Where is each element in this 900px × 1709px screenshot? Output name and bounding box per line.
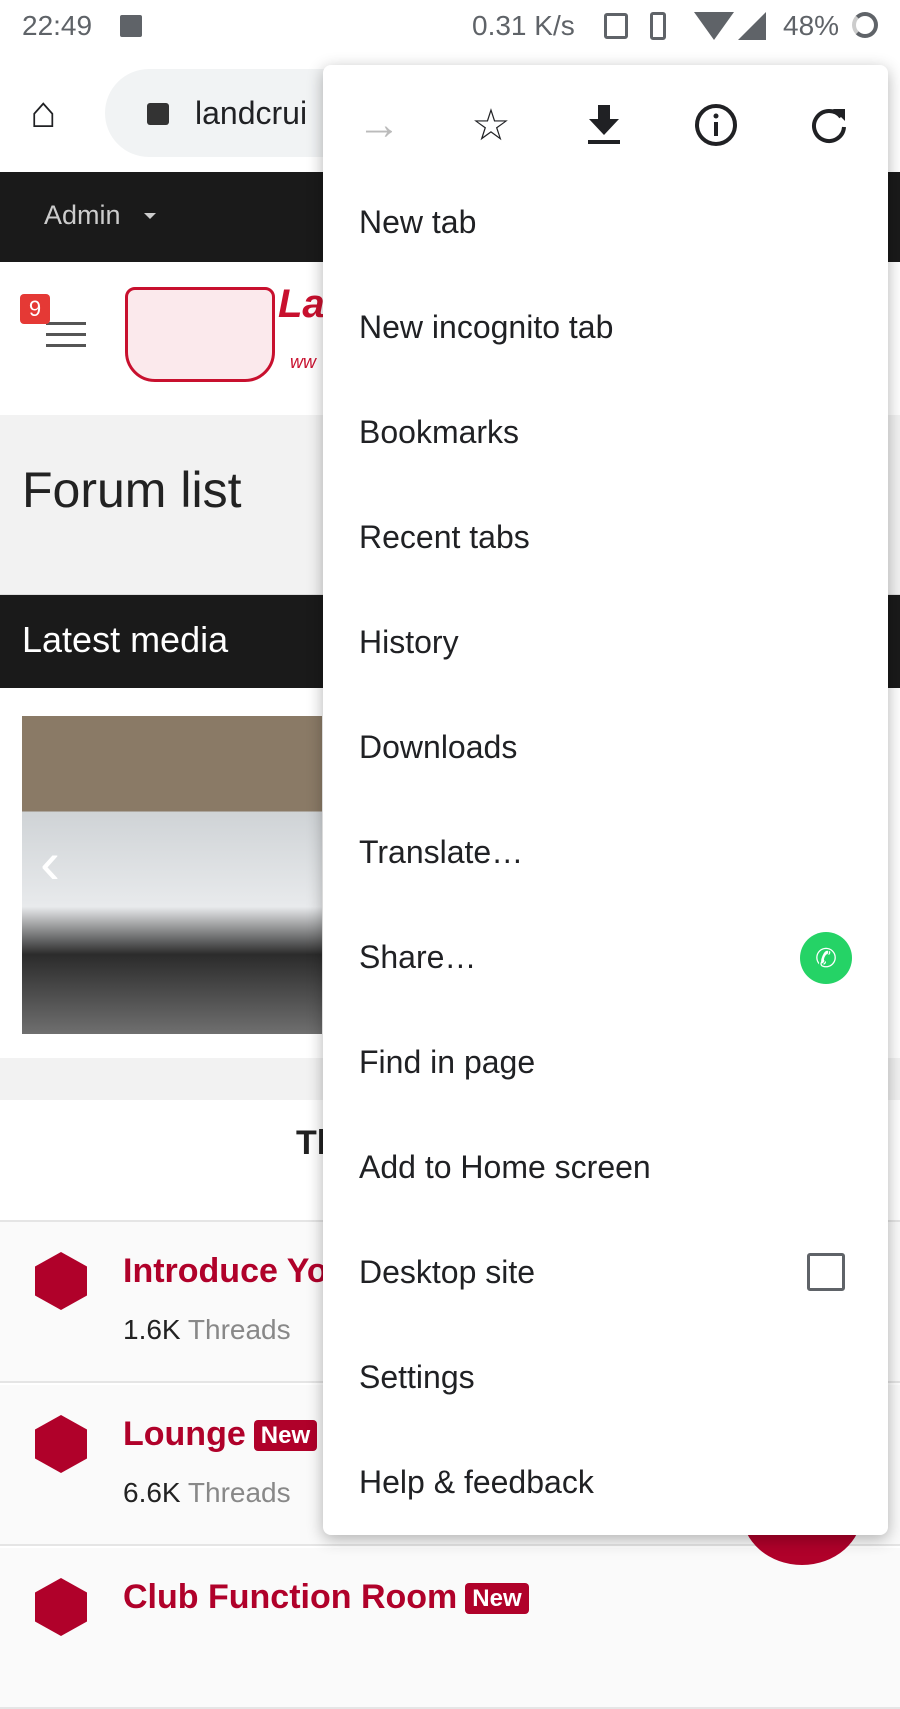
reload-icon[interactable] <box>801 97 857 153</box>
menu-item-label: Add to Home screen <box>359 1149 651 1185</box>
menu-item-settings[interactable]: Settings <box>323 1325 888 1430</box>
forum-icon <box>35 1578 87 1636</box>
forum-row[interactable]: Club Function Room New <box>0 1548 900 1709</box>
notification-badge: 9 <box>20 294 50 324</box>
menu-item-history[interactable]: History <box>323 590 888 695</box>
threads-label: Threads <box>187 1477 291 1508</box>
page-title: Forum list <box>22 462 242 518</box>
menu-item-new-tab[interactable]: New tab <box>323 170 888 275</box>
menu-item-new-incognito-tab[interactable]: New incognito tab <box>323 275 888 380</box>
media-thumbnail[interactable] <box>22 716 322 1034</box>
network-speed: 0.31 K/s <box>472 10 575 41</box>
menu-item-label: Desktop site <box>359 1254 536 1290</box>
thread-count: 1.6K <box>123 1314 181 1345</box>
menu-item-label: History <box>359 624 459 660</box>
menu-item-label: Find in page <box>359 1044 536 1080</box>
whatsapp-icon[interactable]: ✆ <box>800 932 852 984</box>
page-info-icon[interactable] <box>688 97 744 153</box>
forward-arrow-icon[interactable]: → <box>351 97 407 153</box>
menu-item-label: Bookmarks <box>359 414 520 450</box>
admin-menu[interactable]: Admin <box>44 200 121 231</box>
forum-title[interactable]: Introduce Yo <box>123 1252 328 1291</box>
clock: 22:49 <box>22 10 93 41</box>
menu-item-find-in-page[interactable]: Find in page <box>323 1010 888 1115</box>
menu-item-label: Recent tabs <box>359 519 530 555</box>
bookmark-star-icon[interactable]: ☆ <box>463 97 519 153</box>
image-notification-icon <box>120 15 142 37</box>
forum-title: Lounge New <box>123 1415 318 1454</box>
nfc-icon <box>604 13 628 39</box>
signal-icon <box>738 12 766 40</box>
site-logo-text: La <box>278 282 325 326</box>
wifi-icon <box>694 12 734 40</box>
menu-item-bookmarks[interactable]: Bookmarks <box>323 380 888 485</box>
browser-overflow-menu: → ☆ New tab New incognito tab Bookmarks … <box>323 65 888 1535</box>
menu-item-label: New tab <box>359 204 477 240</box>
battery-percent: 48% <box>783 10 840 41</box>
threads-label: Threads <box>187 1314 291 1345</box>
caret-down-icon <box>144 213 156 219</box>
hamburger-menu-icon[interactable] <box>46 322 86 347</box>
menu-item-help-feedback[interactable]: Help & feedback <box>323 1430 888 1535</box>
menu-item-downloads[interactable]: Downloads <box>323 695 888 800</box>
latest-media-title: Latest media <box>22 619 229 660</box>
menu-item-label: Translate… <box>359 834 524 870</box>
menu-item-share[interactable]: Share… ✆ <box>323 905 888 1010</box>
new-badge: New <box>465 1583 529 1615</box>
menu-item-translate[interactable]: Translate… <box>323 800 888 905</box>
desktop-site-checkbox[interactable] <box>807 1253 845 1291</box>
carousel-prev-arrow[interactable]: ‹ <box>40 828 60 897</box>
menu-item-label: New incognito tab <box>359 309 614 345</box>
menu-item-desktop-site[interactable]: Desktop site <box>323 1220 888 1325</box>
forum-title-text[interactable]: Lounge <box>123 1415 246 1453</box>
lock-icon <box>147 103 169 125</box>
forum-icon <box>35 1415 87 1473</box>
status-bar: 22:49 0.31 K/s 48% <box>0 0 900 55</box>
menu-item-label: Share… <box>359 939 477 975</box>
menu-item-recent-tabs[interactable]: Recent tabs <box>323 485 888 590</box>
menu-item-label: Settings <box>359 1359 475 1395</box>
url-text: landcrui <box>195 95 308 131</box>
site-logo-url: ww <box>290 352 316 372</box>
thread-count: 6.6K <box>123 1477 181 1508</box>
battery-icon <box>852 12 878 38</box>
forum-icon <box>35 1252 87 1310</box>
download-icon[interactable] <box>576 97 632 153</box>
forum-stats: 1.6K Threads <box>123 1314 291 1346</box>
menu-icon-row: → ☆ <box>323 85 888 165</box>
forum-title-text[interactable]: Club Function Room <box>123 1578 457 1616</box>
menu-item-label: Downloads <box>359 729 518 765</box>
menu-item-label: Help & feedback <box>359 1464 594 1500</box>
site-logo-truck[interactable] <box>125 287 275 382</box>
menu-item-add-to-home-screen[interactable]: Add to Home screen <box>323 1115 888 1220</box>
vibrate-icon <box>650 12 666 40</box>
forum-title: Club Function Room New <box>123 1578 529 1617</box>
home-button[interactable]: ⌂ <box>30 91 57 135</box>
new-badge: New <box>253 1420 318 1452</box>
forum-stats: 6.6K Threads <box>123 1477 291 1509</box>
